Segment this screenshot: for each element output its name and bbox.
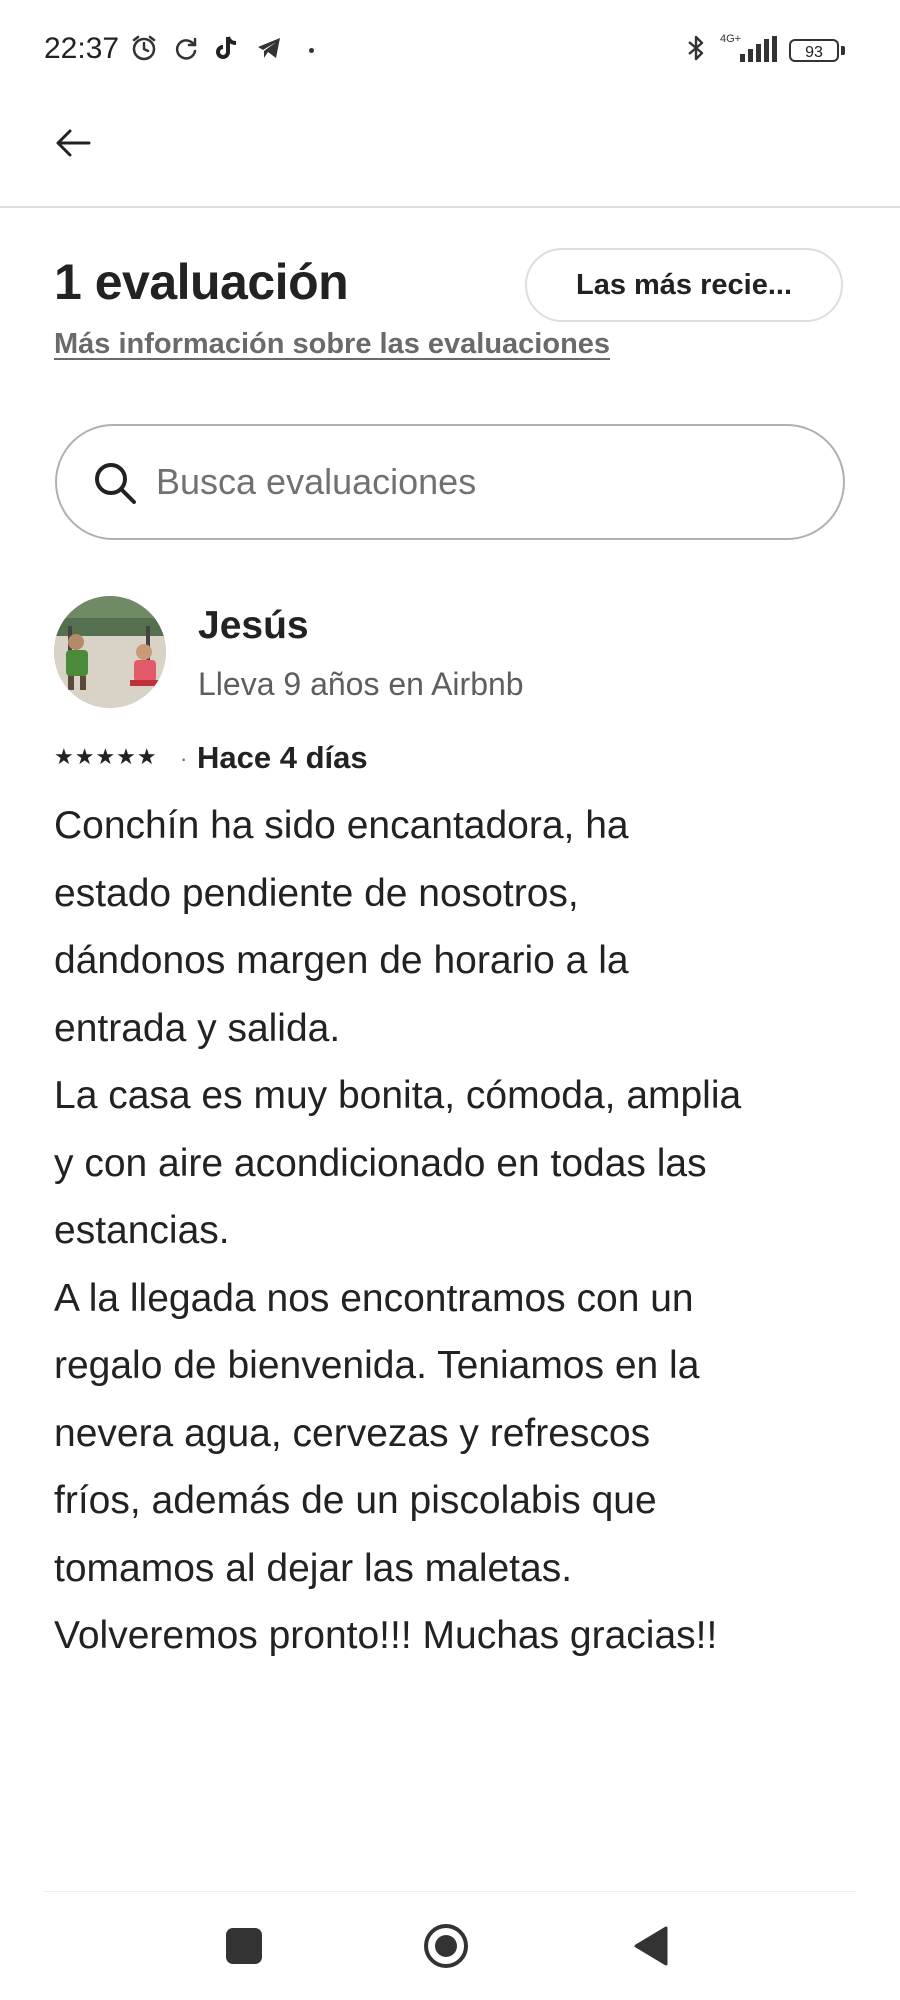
search-input[interactable] bbox=[156, 450, 776, 514]
recents-button[interactable] bbox=[226, 1928, 262, 1964]
sync-icon bbox=[175, 37, 197, 60]
review-line: Conchín ha sido encantadora, ha bbox=[54, 804, 629, 847]
search-icon bbox=[95, 463, 136, 504]
status-time: 22:37 bbox=[44, 32, 120, 65]
review-line: fríos, además de un piscolabis que bbox=[54, 1479, 657, 1522]
avatar-photo bbox=[54, 596, 166, 708]
notification-dot bbox=[309, 48, 314, 53]
reviewer-name[interactable]: Jesús bbox=[198, 604, 309, 648]
review-line: tomamos al dejar las maletas. bbox=[54, 1546, 573, 1590]
tiktok-icon bbox=[216, 36, 237, 59]
signal-icon bbox=[740, 36, 777, 62]
bluetooth-icon bbox=[688, 35, 704, 61]
back-button[interactable] bbox=[50, 120, 96, 166]
review-line: Volveremos pronto!!! Muchas gracias!! bbox=[54, 1614, 718, 1657]
review-line: entrada y salida. bbox=[54, 1006, 341, 1050]
review-line: dándonos margen de horario a la bbox=[54, 939, 629, 982]
review-line: estancias. bbox=[54, 1209, 230, 1252]
review-line: A la llegada nos encontramos con un bbox=[54, 1276, 694, 1320]
review-text: Conchín ha sido encantadora, ha estado p… bbox=[54, 792, 864, 1670]
nav-back-button[interactable] bbox=[632, 1925, 670, 1967]
header-divider bbox=[0, 206, 900, 208]
review-line: La casa es muy bonita, cómoda, amplia bbox=[54, 1074, 742, 1117]
review-date: Hace 4 días bbox=[197, 740, 368, 775]
review-line: nevera agua, cervezas y refrescos bbox=[54, 1411, 651, 1455]
reviews-count-title: 1 evaluación bbox=[54, 254, 349, 310]
telegram-icon bbox=[258, 38, 280, 58]
review-line: y con aire acondicionado en todas las bbox=[54, 1141, 707, 1185]
star-rating: ★★★★★ bbox=[54, 744, 158, 769]
separator-dot: · bbox=[180, 746, 188, 771]
arrow-left-icon bbox=[56, 129, 91, 157]
battery-icon: 93 bbox=[789, 39, 839, 62]
sort-button[interactable]: Las más recie... bbox=[525, 248, 843, 322]
nav-divider bbox=[44, 1891, 856, 1892]
alarm-icon bbox=[132, 35, 156, 61]
review-line: estado pendiente de nosotros, bbox=[54, 871, 579, 915]
reviews-info-link[interactable]: Más información sobre las evaluaciones bbox=[54, 328, 610, 361]
avatar[interactable] bbox=[54, 596, 166, 708]
review-line: regalo de bienvenida. Teniamos en la bbox=[54, 1344, 700, 1387]
home-button[interactable] bbox=[423, 1923, 469, 1969]
reviewer-tenure: Lleva 9 años en Airbnb bbox=[198, 666, 524, 702]
battery-tip bbox=[841, 46, 845, 55]
